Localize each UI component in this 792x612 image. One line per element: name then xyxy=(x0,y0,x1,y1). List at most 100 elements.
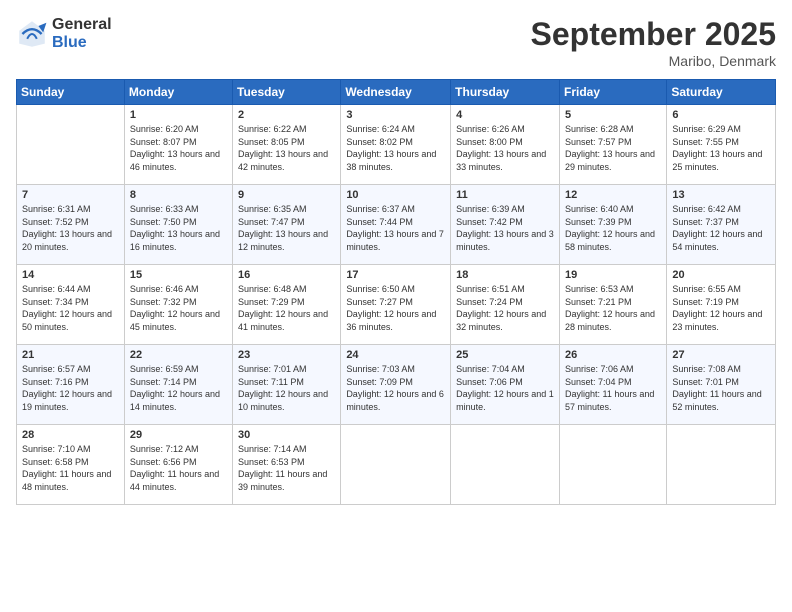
day-info: Sunrise: 6:24 AMSunset: 8:02 PMDaylight:… xyxy=(346,123,445,173)
col-friday: Friday xyxy=(559,80,666,105)
calendar-cell: 13 Sunrise: 6:42 AMSunset: 7:37 PMDayligh… xyxy=(667,185,776,265)
col-wednesday: Wednesday xyxy=(341,80,451,105)
logo-blue-text: Blue xyxy=(52,34,112,52)
calendar-cell: 22 Sunrise: 6:59 AMSunset: 7:14 PMDayligh… xyxy=(124,345,232,425)
calendar-cell: 24 Sunrise: 7:03 AMSunset: 7:09 PMDayligh… xyxy=(341,345,451,425)
month-title: September 2025 xyxy=(531,16,776,53)
location: Maribo, Denmark xyxy=(531,53,776,69)
day-number: 5 xyxy=(565,109,661,121)
day-number: 12 xyxy=(565,189,661,201)
day-info: Sunrise: 6:42 AMSunset: 7:37 PMDaylight:… xyxy=(672,203,770,253)
calendar-cell: 17 Sunrise: 6:50 AMSunset: 7:27 PMDayligh… xyxy=(341,265,451,345)
header-row: Sunday Monday Tuesday Wednesday Thursday… xyxy=(17,80,776,105)
day-number: 17 xyxy=(346,269,445,281)
calendar-cell: 20 Sunrise: 6:55 AMSunset: 7:19 PMDayligh… xyxy=(667,265,776,345)
day-number: 18 xyxy=(456,269,554,281)
day-info: Sunrise: 6:39 AMSunset: 7:42 PMDaylight:… xyxy=(456,203,554,253)
day-number: 4 xyxy=(456,109,554,121)
day-number: 19 xyxy=(565,269,661,281)
day-number: 14 xyxy=(22,269,119,281)
day-info: Sunrise: 6:31 AMSunset: 7:52 PMDaylight:… xyxy=(22,203,119,253)
day-info: Sunrise: 6:20 AMSunset: 8:07 PMDaylight:… xyxy=(130,123,227,173)
page: General Blue September 2025 Maribo, Denm… xyxy=(0,0,792,612)
col-tuesday: Tuesday xyxy=(233,80,341,105)
calendar-week-2: 14 Sunrise: 6:44 AMSunset: 7:34 PMDayligh… xyxy=(17,265,776,345)
day-info: Sunrise: 6:48 AMSunset: 7:29 PMDaylight:… xyxy=(238,283,335,333)
day-info: Sunrise: 7:06 AMSunset: 7:04 PMDaylight:… xyxy=(565,363,661,413)
calendar-week-0: 1 Sunrise: 6:20 AMSunset: 8:07 PMDaylight… xyxy=(17,105,776,185)
day-number: 24 xyxy=(346,349,445,361)
calendar-cell: 27 Sunrise: 7:08 AMSunset: 7:01 PMDayligh… xyxy=(667,345,776,425)
day-number: 13 xyxy=(672,189,770,201)
day-number: 23 xyxy=(238,349,335,361)
day-number: 29 xyxy=(130,429,227,441)
calendar-cell: 25Sunrise: 7:04 AMSunset: 7:06 PMDayligh… xyxy=(451,345,560,425)
day-info: Sunrise: 6:28 AMSunset: 7:57 PMDaylight:… xyxy=(565,123,661,173)
header: General Blue September 2025 Maribo, Denm… xyxy=(16,16,776,69)
day-info: Sunrise: 6:40 AMSunset: 7:39 PMDaylight:… xyxy=(565,203,661,253)
calendar-cell: 18Sunrise: 6:51 AMSunset: 7:24 PMDayligh… xyxy=(451,265,560,345)
day-number: 7 xyxy=(22,189,119,201)
day-info: Sunrise: 6:26 AMSunset: 8:00 PMDaylight:… xyxy=(456,123,554,173)
day-info: Sunrise: 6:59 AMSunset: 7:14 PMDaylight:… xyxy=(130,363,227,413)
calendar-cell: 6Sunrise: 6:29 AMSunset: 7:55 PMDaylight… xyxy=(667,105,776,185)
title-block: September 2025 Maribo, Denmark xyxy=(531,16,776,69)
calendar-cell xyxy=(17,105,125,185)
calendar-cell: 8Sunrise: 6:33 AMSunset: 7:50 PMDaylight… xyxy=(124,185,232,265)
day-number: 28 xyxy=(22,429,119,441)
day-info: Sunrise: 6:44 AMSunset: 7:34 PMDaylight:… xyxy=(22,283,119,333)
calendar-week-1: 7 Sunrise: 6:31 AMSunset: 7:52 PMDaylight… xyxy=(17,185,776,265)
day-info: Sunrise: 7:10 AMSunset: 6:58 PMDaylight:… xyxy=(22,443,119,493)
day-number: 1 xyxy=(130,109,227,121)
calendar-cell xyxy=(451,425,560,505)
day-number: 15 xyxy=(130,269,227,281)
calendar-cell: 16 Sunrise: 6:48 AMSunset: 7:29 PMDayligh… xyxy=(233,265,341,345)
calendar-cell: 15 Sunrise: 6:46 AMSunset: 7:32 PMDayligh… xyxy=(124,265,232,345)
calendar-cell: 10 Sunrise: 6:37 AMSunset: 7:44 PMDayligh… xyxy=(341,185,451,265)
day-number: 25 xyxy=(456,349,554,361)
day-info: Sunrise: 6:50 AMSunset: 7:27 PMDaylight:… xyxy=(346,283,445,333)
day-info: Sunrise: 7:14 AMSunset: 6:53 PMDaylight:… xyxy=(238,443,335,493)
calendar-cell: 29Sunrise: 7:12 AMSunset: 6:56 PMDayligh… xyxy=(124,425,232,505)
day-number: 30 xyxy=(238,429,335,441)
day-number: 9 xyxy=(238,189,335,201)
calendar-cell: 7 Sunrise: 6:31 AMSunset: 7:52 PMDaylight… xyxy=(17,185,125,265)
day-info: Sunrise: 7:08 AMSunset: 7:01 PMDaylight:… xyxy=(672,363,770,413)
calendar-cell: 2 Sunrise: 6:22 AMSunset: 8:05 PMDaylight… xyxy=(233,105,341,185)
calendar-cell xyxy=(341,425,451,505)
col-saturday: Saturday xyxy=(667,80,776,105)
calendar-cell: 14 Sunrise: 6:44 AMSunset: 7:34 PMDayligh… xyxy=(17,265,125,345)
col-thursday: Thursday xyxy=(451,80,560,105)
calendar-cell: 3Sunrise: 6:24 AMSunset: 8:02 PMDaylight… xyxy=(341,105,451,185)
day-number: 22 xyxy=(130,349,227,361)
day-info: Sunrise: 6:46 AMSunset: 7:32 PMDaylight:… xyxy=(130,283,227,333)
day-number: 16 xyxy=(238,269,335,281)
calendar-cell: 5 Sunrise: 6:28 AMSunset: 7:57 PMDaylight… xyxy=(559,105,666,185)
logo-general-text: General xyxy=(52,16,112,34)
day-info: Sunrise: 7:03 AMSunset: 7:09 PMDaylight:… xyxy=(346,363,445,413)
logo-icon xyxy=(16,18,48,50)
day-info: Sunrise: 6:53 AMSunset: 7:21 PMDaylight:… xyxy=(565,283,661,333)
day-number: 10 xyxy=(346,189,445,201)
day-info: Sunrise: 6:37 AMSunset: 7:44 PMDaylight:… xyxy=(346,203,445,253)
calendar-cell xyxy=(667,425,776,505)
calendar: Sunday Monday Tuesday Wednesday Thursday… xyxy=(16,79,776,505)
day-number: 20 xyxy=(672,269,770,281)
day-number: 27 xyxy=(672,349,770,361)
calendar-body: 1 Sunrise: 6:20 AMSunset: 8:07 PMDaylight… xyxy=(17,105,776,505)
calendar-cell: 12 Sunrise: 6:40 AMSunset: 7:39 PMDayligh… xyxy=(559,185,666,265)
day-info: Sunrise: 6:22 AMSunset: 8:05 PMDaylight:… xyxy=(238,123,335,173)
calendar-cell: 1 Sunrise: 6:20 AMSunset: 8:07 PMDaylight… xyxy=(124,105,232,185)
calendar-cell: 26 Sunrise: 7:06 AMSunset: 7:04 PMDayligh… xyxy=(559,345,666,425)
calendar-cell xyxy=(559,425,666,505)
day-info: Sunrise: 6:55 AMSunset: 7:19 PMDaylight:… xyxy=(672,283,770,333)
day-info: Sunrise: 6:35 AMSunset: 7:47 PMDaylight:… xyxy=(238,203,335,253)
day-number: 26 xyxy=(565,349,661,361)
day-info: Sunrise: 6:29 AMSunset: 7:55 PMDaylight:… xyxy=(672,123,770,173)
day-info: Sunrise: 6:57 AMSunset: 7:16 PMDaylight:… xyxy=(22,363,119,413)
calendar-week-4: 28 Sunrise: 7:10 AMSunset: 6:58 PMDayligh… xyxy=(17,425,776,505)
calendar-cell: 30 Sunrise: 7:14 AMSunset: 6:53 PMDayligh… xyxy=(233,425,341,505)
day-number: 2 xyxy=(238,109,335,121)
day-number: 11 xyxy=(456,189,554,201)
calendar-cell: 23Sunrise: 7:01 AMSunset: 7:11 PMDayligh… xyxy=(233,345,341,425)
